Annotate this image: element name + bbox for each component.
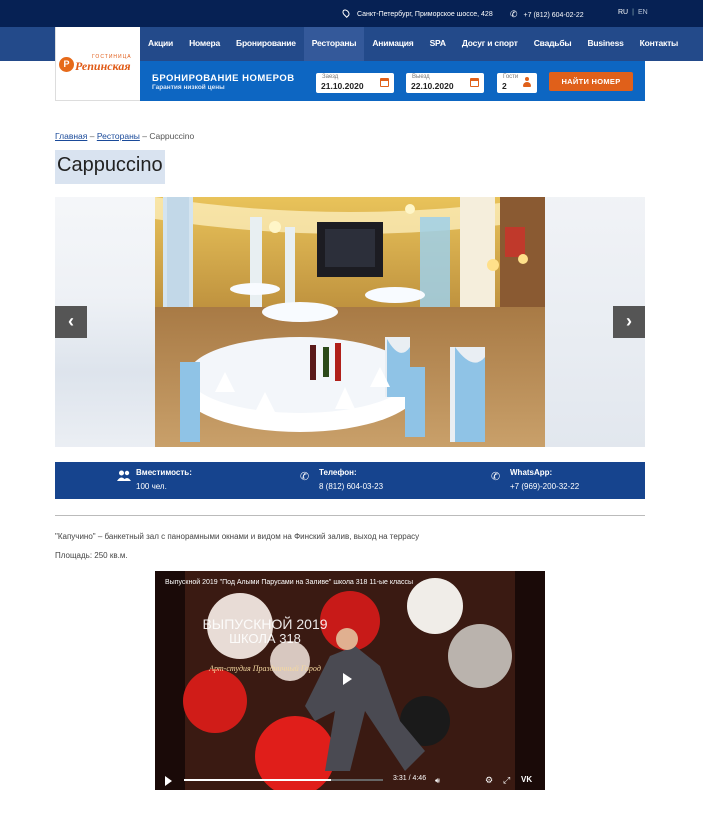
progress-fill bbox=[184, 779, 332, 781]
phone-icon: ✆ bbox=[510, 9, 518, 19]
whatsapp-value[interactable]: +7 (969)-200-32-22 bbox=[510, 482, 579, 491]
checkin-label: Заезд bbox=[322, 74, 339, 80]
fullscreen-icon[interactable]: ⤢ bbox=[503, 775, 510, 786]
find-room-button[interactable]: НАЙТИ НОМЕР bbox=[549, 72, 633, 91]
checkout-field[interactable]: Выезд 22.10.2020 bbox=[406, 73, 484, 93]
booking-subtitle: Гарантия низкой цены bbox=[152, 84, 225, 91]
video-overlay-studio: Арт-студия Праздничный Город bbox=[208, 664, 321, 673]
nav-item-weddings[interactable]: Свадьбы bbox=[526, 27, 580, 61]
page-title: Cappuccino bbox=[55, 150, 165, 184]
slider-prev-button[interactable]: ‹ bbox=[55, 306, 87, 338]
address-text: Санкт-Петербург, Приморское шоссе, 428 bbox=[357, 11, 493, 18]
booking-title: БРОНИРОВАНИЕ НОМЕРОВ bbox=[152, 73, 295, 84]
info-phone-value[interactable]: 8 (812) 604-03-23 bbox=[319, 482, 383, 491]
phone-text[interactable]: +7 (812) 604-02-22 bbox=[524, 12, 584, 19]
hall-description: "Капучино" – банкетный зал с панорамными… bbox=[55, 532, 420, 541]
guests-field[interactable]: Гости 2 bbox=[497, 73, 537, 93]
nav-item-promotions[interactable]: Акции bbox=[140, 27, 181, 61]
nav-item-spa[interactable]: SPA bbox=[422, 27, 454, 61]
guests-label: Гости bbox=[503, 74, 519, 80]
breadcrumb: Главная – Рестораны – Cappuccino bbox=[55, 131, 194, 141]
capacity-label: Вместимость: bbox=[136, 468, 192, 477]
breadcrumb-current: Cappuccino bbox=[149, 131, 195, 141]
info-bar: Вместимость: 100 чел. ✆ Телефон: 8 (812)… bbox=[55, 462, 645, 499]
nav-menu: Акции Номера Бронирование Рестораны Аним… bbox=[140, 27, 686, 61]
nav-item-rooms[interactable]: Номера bbox=[181, 27, 228, 61]
video-overlay-line1: ВЫПУСКНОЙ 2019 bbox=[202, 615, 327, 632]
calendar-icon[interactable] bbox=[380, 78, 389, 87]
video-player[interactable]: ВЫПУСКНОЙ 2019 ШКОЛА 318 Арт-студия Праз… bbox=[155, 571, 545, 790]
checkin-field[interactable]: Заезд 21.10.2020 bbox=[316, 73, 394, 93]
video-overlay-line2: ШКОЛА 318 bbox=[229, 631, 301, 646]
lang-separator: | bbox=[632, 9, 634, 16]
play-icon[interactable] bbox=[165, 776, 172, 786]
capacity-value: 100 чел. bbox=[136, 482, 167, 491]
breadcrumb-restaurants[interactable]: Рестораны bbox=[97, 131, 140, 141]
breadcrumb-sep: – bbox=[87, 131, 97, 141]
booking-panel: БРОНИРОВАНИЕ НОМЕРОВ Гарантия низкой цен… bbox=[140, 61, 645, 101]
nav-item-booking[interactable]: Бронирование bbox=[228, 27, 304, 61]
guests-value[interactable]: 2 bbox=[502, 81, 507, 91]
phone[interactable]: ✆ +7 (812) 604-02-22 bbox=[510, 9, 584, 20]
video-controls: 3:31 / 4:46 🔊︎ ⚙ ⤢ VK bbox=[155, 772, 545, 790]
hotel-logo[interactable]: Р ГОСТИНИЦА Репинская bbox=[55, 27, 140, 101]
language-switcher: RU | EN bbox=[618, 9, 648, 16]
breadcrumb-sep: – bbox=[139, 131, 150, 141]
nav-item-business[interactable]: Business bbox=[579, 27, 631, 61]
people-icon bbox=[117, 470, 131, 484]
nav-item-leisure[interactable]: Досуг и спорт bbox=[454, 27, 526, 61]
nav-item-restaurants[interactable]: Рестораны bbox=[303, 27, 365, 61]
whatsapp-label: WhatsApp: bbox=[510, 468, 553, 477]
hall-area: Площадь: 250 кв.м. bbox=[55, 551, 128, 560]
big-play-icon[interactable] bbox=[343, 673, 352, 685]
slider-next-button[interactable]: › bbox=[613, 306, 645, 338]
banquet-hall-photo bbox=[155, 197, 545, 447]
video-title[interactable]: Выпускной 2019 "Под Алыми Парусами на За… bbox=[165, 579, 413, 586]
logo-mark-icon: Р bbox=[59, 57, 74, 72]
divider bbox=[55, 515, 645, 516]
nav-item-animation[interactable]: Анимация bbox=[364, 27, 421, 61]
nav-item-contacts[interactable]: Контакты bbox=[632, 27, 686, 61]
progress-bar[interactable] bbox=[184, 779, 383, 781]
photo-slider: ‹ › bbox=[55, 197, 645, 447]
address: Санкт-Петербург, Приморское шоссе, 428 bbox=[341, 8, 493, 18]
checkout-label: Выезд bbox=[412, 74, 430, 80]
phone-icon: ✆ bbox=[300, 471, 310, 483]
person-icon bbox=[523, 77, 531, 88]
calendar-icon[interactable] bbox=[470, 78, 479, 87]
slide-main-photo bbox=[155, 197, 545, 447]
info-phone-label: Телефон: bbox=[319, 468, 357, 477]
top-bar: Санкт-Петербург, Приморское шоссе, 428 ✆… bbox=[0, 0, 703, 27]
location-pin-icon bbox=[341, 8, 351, 18]
lang-ru[interactable]: RU bbox=[618, 9, 628, 16]
video-time: 3:31 / 4:46 bbox=[393, 775, 427, 782]
logo-big-text: Репинская bbox=[75, 59, 131, 73]
vk-logo-icon[interactable]: VK bbox=[521, 775, 532, 784]
whatsapp-icon: ✆ bbox=[491, 471, 501, 483]
checkin-value[interactable]: 21.10.2020 bbox=[321, 81, 364, 91]
gear-icon[interactable]: ⚙ bbox=[485, 775, 493, 786]
breadcrumb-home[interactable]: Главная bbox=[55, 131, 87, 141]
volume-icon[interactable]: 🔊︎ bbox=[435, 776, 440, 786]
lang-en[interactable]: EN bbox=[638, 9, 648, 16]
checkout-value[interactable]: 22.10.2020 bbox=[411, 81, 454, 91]
